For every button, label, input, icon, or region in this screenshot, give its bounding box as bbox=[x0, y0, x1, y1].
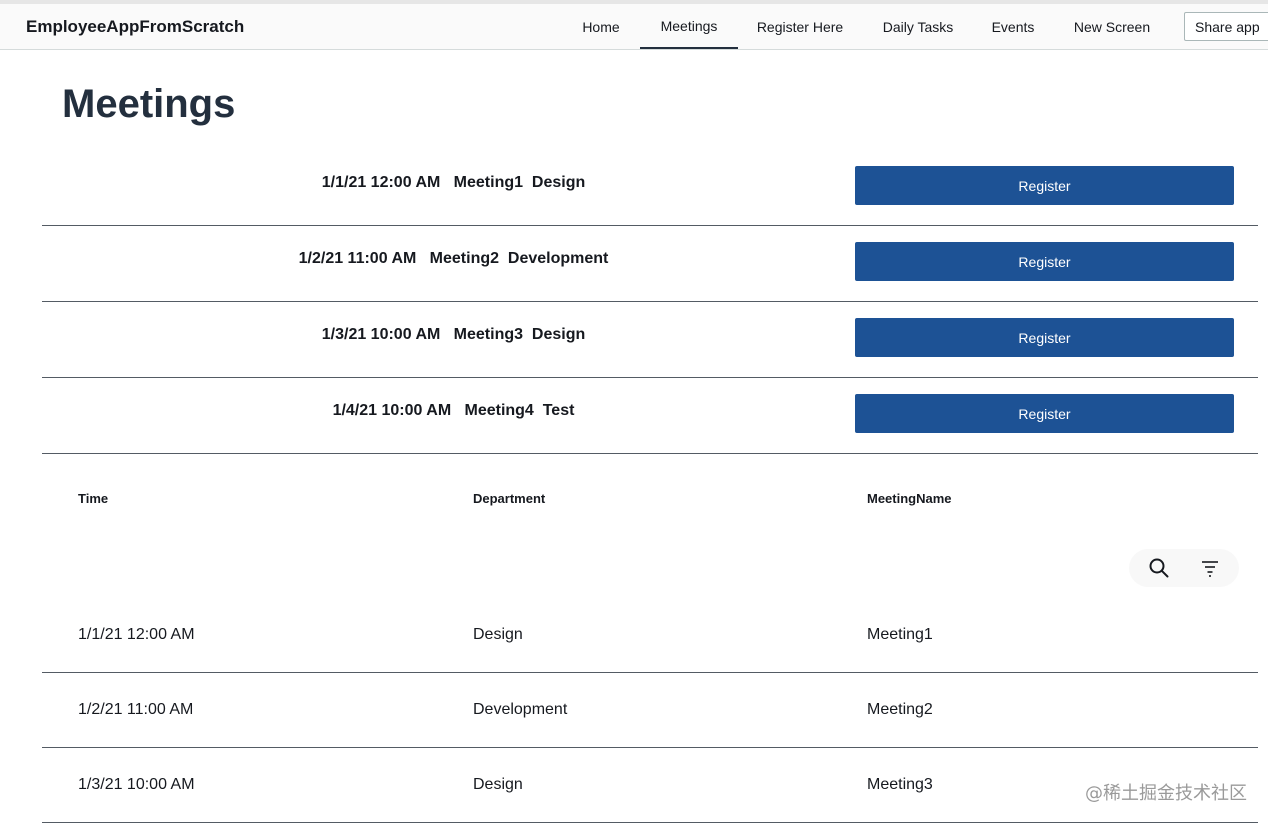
table-row[interactable]: 1/2/21 11:00 AM Development Meeting2 bbox=[42, 673, 1258, 748]
tab-home[interactable]: Home bbox=[570, 4, 632, 49]
cell-meeting-name: Meeting2 bbox=[867, 701, 933, 718]
tab-register-here[interactable]: Register Here bbox=[748, 4, 852, 49]
tab-events[interactable]: Events bbox=[982, 4, 1044, 49]
cell-department: Development bbox=[473, 701, 568, 718]
share-app-button[interactable]: Share app bbox=[1184, 12, 1268, 41]
tab-daily-tasks-label: Daily Tasks bbox=[882, 18, 954, 35]
table-row[interactable]: 1/1/21 12:00 AM Design Meeting1 bbox=[42, 598, 1258, 673]
meeting-summary: 1/1/21 12:00 AM Meeting1 Design bbox=[321, 174, 586, 191]
tab-register-here-label: Register Here bbox=[756, 18, 844, 35]
cell-meeting-name: Meeting3 bbox=[867, 776, 933, 793]
column-header-time[interactable]: Time bbox=[78, 491, 108, 506]
cell-department: Design bbox=[473, 626, 523, 643]
tab-home-label: Home bbox=[582, 18, 620, 35]
meeting-summary: 1/4/21 10:00 AM Meeting4 Test bbox=[332, 402, 575, 419]
table-toolbar bbox=[1129, 549, 1239, 587]
page-title: Meetings bbox=[62, 82, 236, 126]
tab-events-label: Events bbox=[991, 18, 1035, 35]
cell-department: Design bbox=[473, 776, 523, 793]
cell-time: 1/1/21 12:00 AM bbox=[78, 626, 195, 643]
cell-time: 1/3/21 10:00 AM bbox=[78, 776, 195, 793]
meeting-row: 1/1/21 12:00 AM Meeting1 Design Register bbox=[42, 150, 1258, 226]
tab-daily-tasks[interactable]: Daily Tasks bbox=[872, 4, 964, 49]
cell-meeting-name: Meeting1 bbox=[867, 626, 933, 643]
register-button[interactable]: Register bbox=[855, 242, 1234, 281]
column-header-meeting-name[interactable]: MeetingName bbox=[867, 491, 952, 506]
meeting-summary: 1/2/21 11:00 AM Meeting2 Development bbox=[298, 250, 609, 267]
top-nav-bar: EmployeeAppFromScratch Home Meetings Reg… bbox=[0, 0, 1268, 50]
meeting-row: 1/4/21 10:00 AM Meeting4 Test Register bbox=[42, 378, 1258, 454]
cell-time: 1/2/21 11:00 AM bbox=[78, 701, 194, 718]
watermark: @稀土掘金技术社区 bbox=[1085, 783, 1247, 804]
filter-icon[interactable] bbox=[1199, 557, 1221, 579]
column-header-department[interactable]: Department bbox=[473, 491, 545, 506]
tab-meetings[interactable]: Meetings bbox=[640, 4, 738, 49]
register-button[interactable]: Register bbox=[855, 318, 1234, 357]
meeting-summary: 1/3/21 10:00 AM Meeting3 Design bbox=[321, 326, 586, 343]
register-button[interactable]: Register bbox=[855, 166, 1234, 205]
tab-new-screen-label: New Screen bbox=[1073, 18, 1151, 35]
meeting-row: 1/2/21 11:00 AM Meeting2 Development Reg… bbox=[42, 226, 1258, 302]
meeting-row: 1/3/21 10:00 AM Meeting3 Design Register bbox=[42, 302, 1258, 378]
tab-meetings-label: Meetings bbox=[660, 17, 718, 34]
tab-new-screen[interactable]: New Screen bbox=[1064, 4, 1160, 49]
register-button[interactable]: Register bbox=[855, 394, 1234, 433]
search-icon[interactable] bbox=[1148, 557, 1170, 579]
app-title: EmployeeAppFromScratch bbox=[26, 17, 245, 36]
table-row[interactable]: 1/3/21 10:00 AM Design Meeting3 bbox=[42, 748, 1258, 823]
